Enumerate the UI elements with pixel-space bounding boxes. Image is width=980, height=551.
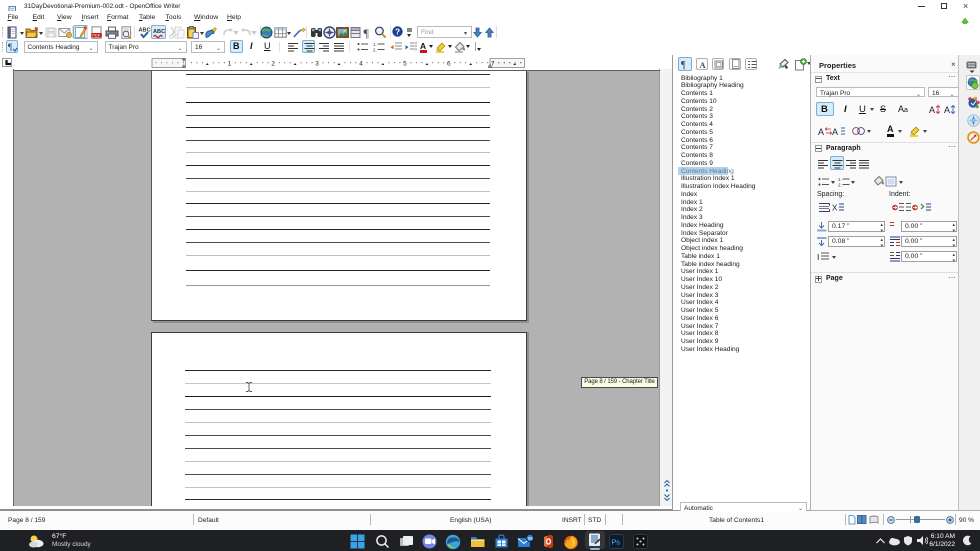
svg-text:X: X	[832, 203, 838, 212]
svg-text:1: 1	[227, 61, 231, 68]
svg-text:A: A	[929, 105, 935, 115]
svg-text:ABC: ABC	[139, 28, 151, 34]
svg-text:?: ?	[395, 27, 400, 37]
svg-text:2.: 2.	[838, 182, 842, 187]
svg-text:A: A	[944, 105, 950, 115]
svg-text:A: A	[832, 127, 838, 137]
svg-text:¶: ¶	[8, 42, 12, 52]
svg-text:6: 6	[447, 61, 451, 68]
svg-text:3: 3	[315, 61, 319, 68]
svg-text:A: A	[818, 127, 824, 137]
svg-text:PDF: PDF	[92, 33, 101, 38]
svg-text:2.: 2.	[373, 48, 377, 53]
svg-text:¶: ¶	[364, 26, 370, 39]
svg-text:Ps: Ps	[612, 537, 621, 546]
svg-text:1.: 1.	[838, 177, 842, 182]
svg-text:99: 99	[528, 535, 533, 540]
svg-text:ABC: ABC	[153, 29, 165, 35]
svg-text:I: I	[817, 252, 819, 262]
svg-text:¶: ¶	[681, 60, 686, 70]
svg-text:1.: 1.	[373, 42, 377, 47]
svg-text:4: 4	[359, 61, 363, 68]
svg-text:A: A	[700, 60, 707, 70]
svg-text:5: 5	[403, 61, 407, 68]
svg-text:2: 2	[271, 61, 275, 68]
